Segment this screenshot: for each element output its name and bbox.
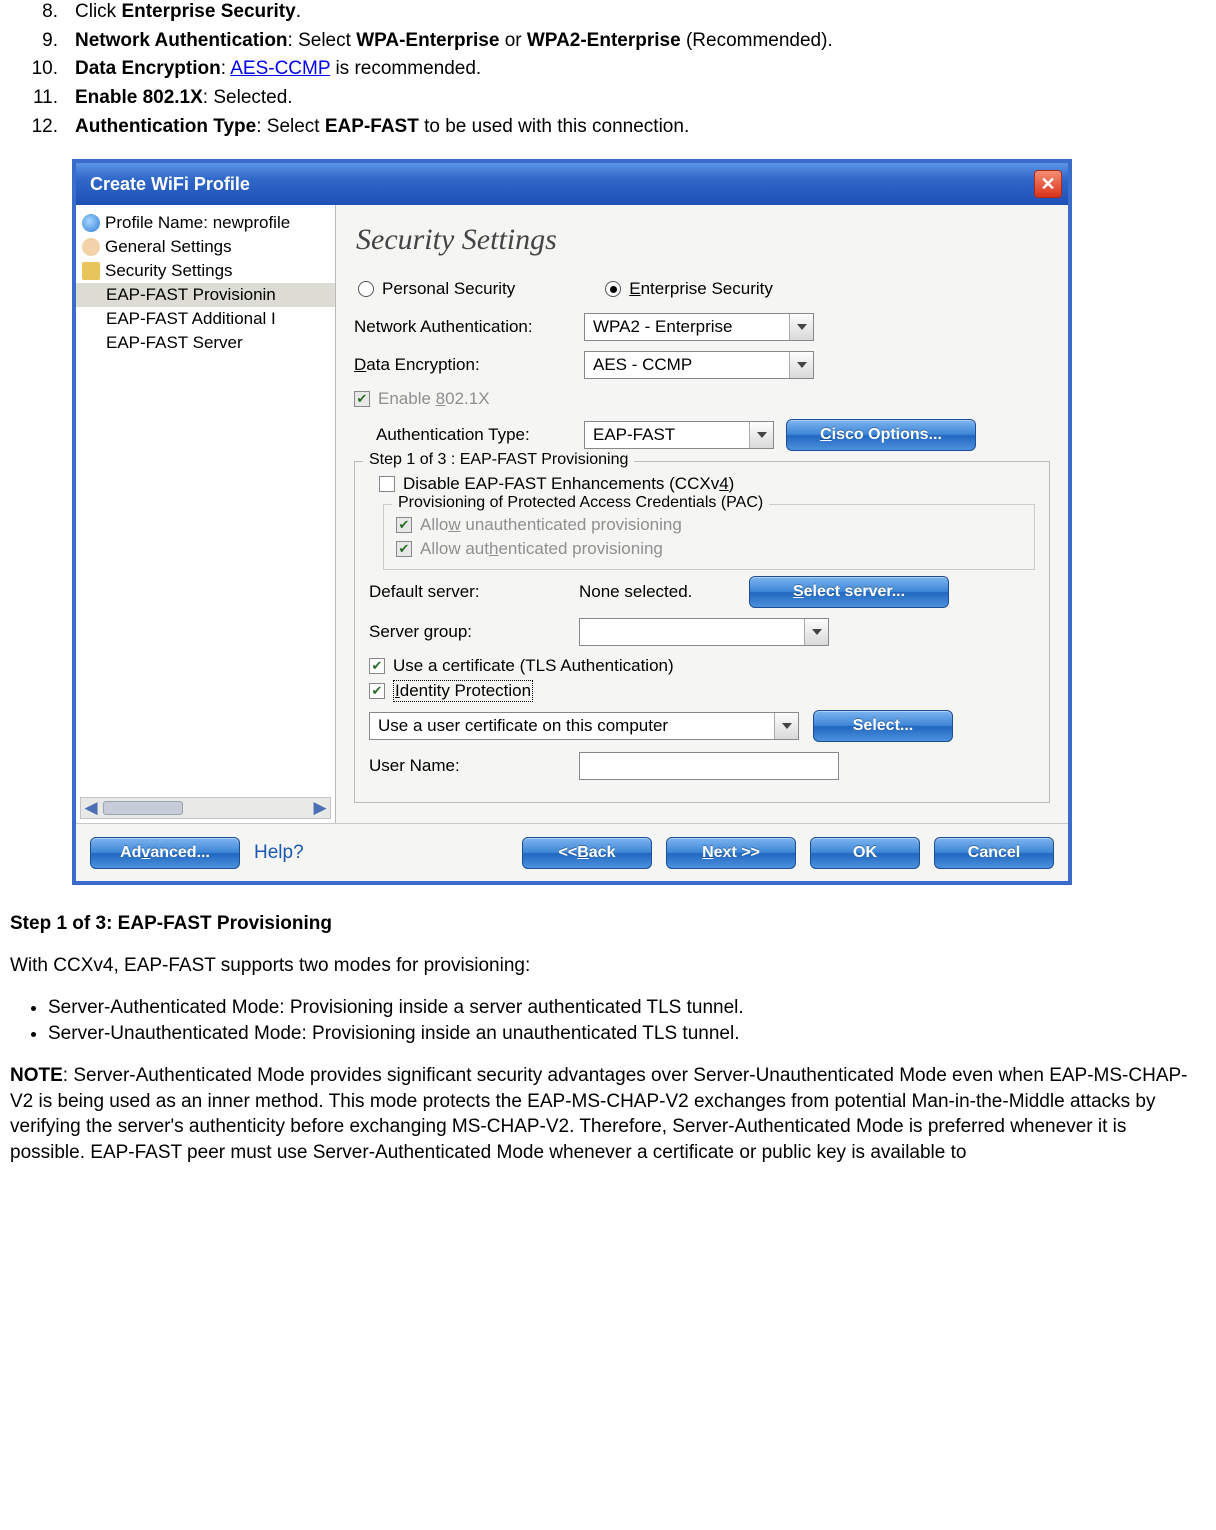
checkbox-icon — [354, 391, 370, 407]
checkbox-icon — [369, 658, 385, 674]
security-settings-panel: Security Settings Personal Security Ente… — [336, 205, 1068, 823]
list-item: Server-Authenticated Mode: Provisioning … — [48, 997, 1206, 1019]
step-num: 9. — [10, 29, 58, 54]
auth-type-dropdown[interactable]: EAP-FAST — [584, 421, 774, 449]
select-server-button[interactable]: Select server... — [749, 576, 949, 608]
advanced-button[interactable]: Advanced... — [90, 837, 240, 869]
step1-fieldset: Step 1 of 3 : EAP-FAST Provisioning Disa… — [354, 461, 1050, 803]
network-auth-dropdown[interactable]: WPA2 - Enterprise — [584, 313, 814, 341]
step-11: 11. Enable 802.1X: Selected. — [10, 86, 1206, 111]
step-text: Network Authentication: Select WPA-Enter… — [75, 30, 833, 51]
checkbox-icon — [379, 476, 395, 492]
user-name-label: User Name: — [369, 756, 579, 776]
network-auth-label: Network Authentication: — [354, 317, 584, 337]
use-certificate-checkbox[interactable]: Use a certificate (TLS Authentication) — [369, 656, 1035, 676]
cisco-options-button[interactable]: Cisco Options... — [786, 419, 976, 451]
tree-eap-provisioning[interactable]: EAP-FAST Provisionin — [76, 283, 335, 307]
step-text: Data Encryption: AES-CCMP is recommended… — [75, 58, 481, 79]
certificate-source-dropdown[interactable]: Use a user certificate on this computer — [369, 712, 799, 740]
paragraph: With CCXv4, EAP-FAST supports two modes … — [10, 953, 1206, 979]
help-link[interactable]: Help? — [254, 842, 304, 864]
disable-enhancements-checkbox[interactable]: Disable EAP-FAST Enhancements (CCXv4) — [379, 474, 1035, 494]
step-num: 12. — [10, 115, 58, 140]
tree-eap-server[interactable]: EAP-FAST Server — [76, 331, 335, 355]
select-certificate-button[interactable]: Select... — [813, 710, 953, 742]
user-name-input[interactable] — [579, 752, 839, 780]
chevron-down-icon[interactable] — [774, 713, 798, 739]
lock-icon — [82, 262, 100, 280]
note-paragraph: NOTE: Server-Authenticated Mode provides… — [10, 1063, 1206, 1166]
back-button[interactable]: << Back — [522, 837, 652, 869]
server-group-dropdown[interactable] — [579, 618, 829, 646]
cancel-button[interactable]: Cancel — [934, 837, 1054, 869]
panel-heading: Security Settings — [356, 223, 1050, 257]
data-encryption-label: Data Encryption: — [354, 355, 584, 375]
checkbox-icon — [396, 517, 412, 533]
list-item: Server-Unauthenticated Mode: Provisionin… — [48, 1023, 1206, 1045]
allow-unauth-checkbox: Allow unauthenticated provisioning — [396, 515, 1022, 535]
default-server-value: None selected. — [579, 582, 749, 602]
tree-profile[interactable]: Profile Name: newprofile — [76, 211, 335, 235]
step-num: 10. — [10, 57, 58, 82]
pac-legend: Provisioning of Protected Access Credent… — [392, 494, 769, 512]
tree-eap-additional[interactable]: EAP-FAST Additional I — [76, 307, 335, 331]
step-text: Click Enterprise Security. — [75, 1, 301, 22]
pac-fieldset: Provisioning of Protected Access Credent… — [383, 504, 1035, 570]
aes-ccmp-link[interactable]: AES-CCMP — [230, 58, 330, 79]
scroll-thumb[interactable] — [103, 801, 183, 815]
auth-type-label: Authentication Type: — [376, 425, 584, 445]
personal-security-radio[interactable]: Personal Security — [358, 279, 515, 299]
create-wifi-profile-dialog: Create WiFi Profile ✕ Profile Name: newp… — [72, 159, 1072, 885]
scroll-left-icon[interactable]: ◀ — [81, 798, 101, 818]
step-num: 8. — [10, 0, 58, 25]
chevron-down-icon[interactable] — [804, 619, 828, 645]
next-button[interactable]: Next >> — [666, 837, 796, 869]
identity-protection-checkbox[interactable]: Identity Protection — [369, 680, 1035, 702]
nav-tree: Profile Name: newprofile General Setting… — [76, 205, 336, 823]
tree-security[interactable]: Security Settings — [76, 259, 335, 283]
close-icon: ✕ — [1040, 174, 1055, 195]
titlebar[interactable]: Create WiFi Profile ✕ — [76, 163, 1068, 205]
step-num: 11. — [10, 86, 58, 111]
allow-auth-checkbox: Allow authenticated provisioning — [396, 539, 1022, 559]
chevron-down-icon[interactable] — [789, 314, 813, 340]
user-icon — [82, 238, 100, 256]
step-8: 8. Click Enterprise Security. — [10, 0, 1206, 25]
checkbox-icon — [396, 541, 412, 557]
step-10: 10. Data Encryption: AES-CCMP is recomme… — [10, 57, 1206, 82]
enterprise-security-radio[interactable]: Enterprise Security — [605, 279, 773, 299]
step-text: Authentication Type: Select EAP-FAST to … — [75, 116, 689, 137]
chevron-down-icon[interactable] — [749, 422, 773, 448]
checkbox-icon — [369, 683, 385, 699]
step1-legend: Step 1 of 3 : EAP-FAST Provisioning — [363, 451, 634, 469]
enable-8021x-checkbox: Enable 802.1X — [354, 389, 1050, 409]
chevron-down-icon[interactable] — [789, 352, 813, 378]
server-group-label: Server group: — [369, 622, 579, 642]
default-server-label: Default server: — [369, 582, 579, 602]
ok-button[interactable]: OK — [810, 837, 920, 869]
section-heading: Step 1 of 3: EAP-FAST Provisioning — [10, 913, 1206, 935]
step-9: 9. Network Authentication: Select WPA-En… — [10, 29, 1206, 54]
close-button[interactable]: ✕ — [1034, 170, 1062, 198]
step-12: 12. Authentication Type: Select EAP-FAST… — [10, 115, 1206, 140]
dialog-title: Create WiFi Profile — [90, 174, 250, 195]
globe-icon — [82, 214, 100, 232]
tree-general[interactable]: General Settings — [76, 235, 335, 259]
scroll-right-icon[interactable]: ▶ — [310, 798, 330, 818]
step-text: Enable 802.1X: Selected. — [75, 87, 293, 108]
data-encryption-dropdown[interactable]: AES - CCMP — [584, 351, 814, 379]
tree-scrollbar[interactable]: ◀ ▶ — [80, 797, 331, 819]
dialog-button-bar: Advanced... Help? << Back Next >> OK Can… — [76, 823, 1068, 881]
